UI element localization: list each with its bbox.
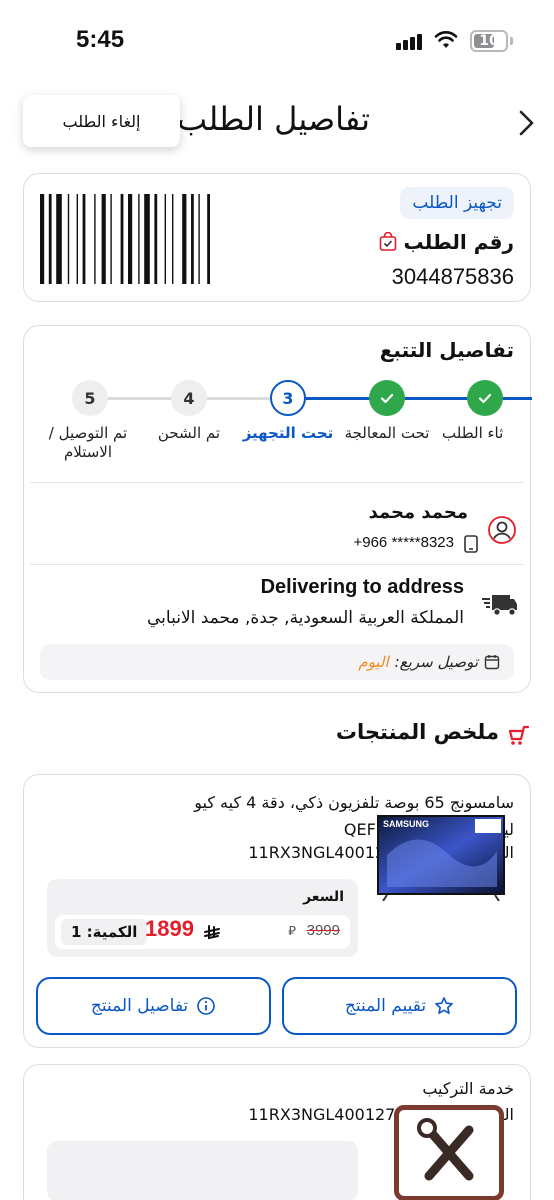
barcode-bar: [138, 194, 140, 284]
tracking-title: تفاصيل التتبع: [379, 338, 514, 362]
barcode-bar: [172, 194, 174, 284]
product-image[interactable]: SAMSUNG: [377, 815, 505, 901]
barcode-bar: [154, 194, 158, 284]
barcode-bar: [40, 194, 45, 284]
fast-delivery-label: توصيل سريع:: [394, 653, 478, 671]
service-price-box: [47, 1141, 358, 1200]
barcode-bar: [144, 194, 150, 284]
status-time: 5:45: [76, 26, 125, 53]
divider: [30, 482, 524, 483]
order-number-label-text: رقم الطلب: [403, 230, 514, 254]
product-details-label: تفاصيل المنتج: [90, 996, 189, 1016]
phone-icon: [464, 535, 478, 553]
step-1-label: ثاء الطلب: [442, 424, 504, 442]
price-box: السعر الكمية: 1 ⃁ 3999 1899: [47, 879, 358, 957]
contact-name: محمد محمد: [368, 502, 468, 523]
step-4-circle: 4: [171, 380, 207, 416]
barcode-bar: [164, 194, 166, 284]
tracking-card: تفاصيل التتبع 3 4 5 ثاء الطلب تحت المعال…: [23, 325, 532, 693]
barcode-bar: [198, 194, 200, 284]
calendar-icon: [484, 655, 500, 670]
info-icon: [197, 997, 215, 1015]
barcode-bar: [76, 194, 78, 284]
product-details-button[interactable]: تفاصيل المنتج: [36, 977, 271, 1035]
riyal-icon-old: ⃁: [288, 924, 296, 939]
rate-product-label: تقييم المنتج: [344, 996, 427, 1016]
bag-check-icon: [379, 232, 396, 251]
barcode-bar: [48, 194, 52, 284]
delivery-title: Delivering to address: [260, 576, 464, 598]
cellular-signal-icon: [396, 32, 424, 50]
barcode-bar: [120, 194, 124, 284]
order-status-badge: تجهيز الطلب: [400, 187, 514, 219]
delivery-address: المملكة العربية السعودية, جدة, محمد الان…: [147, 608, 464, 628]
page-title: تفاصيل الطلب: [177, 100, 370, 138]
step-3-circle: 3: [270, 380, 306, 416]
step-2-label: تحت المعالجة: [344, 424, 430, 442]
products-summary-title: ملخص المنتجات: [335, 720, 499, 744]
barcode-bar: [110, 194, 112, 284]
fast-delivery-value: اليوم: [358, 653, 389, 671]
barcode-bar: [191, 194, 194, 284]
order-number: 3044875836: [391, 264, 514, 289]
cart-icon: [508, 725, 530, 745]
step-3-label: تحت التجهيز: [242, 424, 334, 442]
barcode-bar: [128, 194, 133, 284]
barcode-bar: [94, 194, 96, 284]
step-5-circle: 5: [72, 380, 108, 416]
product-card: سامسونج 65 بوصة تلفزيون ذكي، دقة 4 كيه ك…: [23, 774, 531, 1048]
chevron-right-icon[interactable]: [512, 108, 540, 138]
barcode-bar: [101, 194, 106, 284]
wifi-icon: [434, 31, 458, 48]
rate-product-button[interactable]: تقييم المنتج: [282, 977, 517, 1035]
barcode-bar: [67, 194, 70, 284]
battery-level: 10: [479, 33, 499, 49]
battery-icon: 10: [470, 30, 508, 52]
step-2-done-icon: [369, 380, 405, 416]
tools-icon: [394, 1105, 504, 1200]
riyal-icon: [204, 925, 220, 940]
service-name: خدمة التركيب: [422, 1079, 514, 1098]
barcode-bar: [182, 194, 187, 284]
old-price: 3999: [306, 922, 340, 939]
delivery-truck-icon: [482, 595, 517, 616]
barcode-bar: [207, 194, 210, 284]
step-4-label: تم الشحن: [157, 424, 221, 442]
step-1-done-icon: [467, 380, 503, 416]
price-row: الكمية: 1 ⃁ 3999 1899: [55, 915, 350, 949]
barcode-image: [40, 194, 210, 284]
cancel-order-button[interactable]: إلغاء الطلب: [23, 95, 180, 147]
service-card: خدمة التركيب الرقم التسلسلي: 11RX3NGL400…: [23, 1064, 531, 1200]
barcode-bar: [56, 194, 62, 284]
user-icon: [488, 516, 516, 544]
step-5-label: تم التوصيل / الاستلام: [48, 424, 128, 461]
tv-brand: SAMSUNG: [383, 819, 429, 829]
barcode-bar: [82, 194, 86, 284]
order-number-label: رقم الطلب: [378, 230, 514, 254]
price-label: السعر: [303, 889, 344, 905]
contact-phone: +966 *****8323: [353, 534, 454, 551]
current-price: 1899: [145, 916, 194, 941]
battery-cap: [510, 37, 513, 45]
divider: [30, 564, 524, 565]
quantity-badge: الكمية: 1: [61, 919, 148, 945]
fast-delivery-box: توصيل سريع: اليوم: [40, 644, 514, 680]
order-card: تجهيز الطلب رقم الطلب 3044875836: [23, 173, 531, 302]
star-icon: [435, 997, 453, 1014]
status-bar: 5:45 10: [0, 0, 554, 80]
